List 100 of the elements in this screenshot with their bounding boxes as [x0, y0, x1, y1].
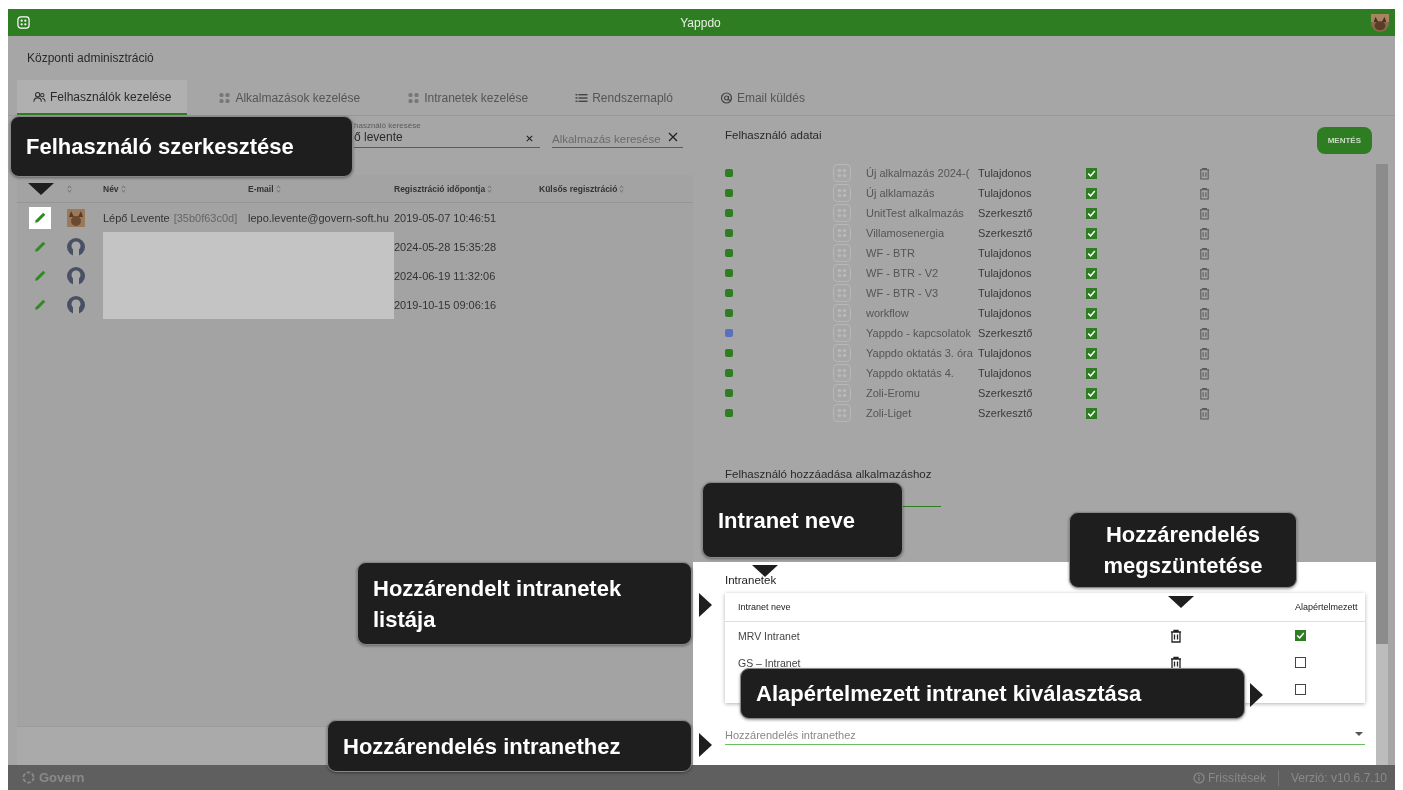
pointer-arrow	[752, 565, 778, 577]
user-id: [35b0f63c0d]	[173, 211, 238, 224]
user-search-field[interactable]: használó keresése ő levente	[354, 121, 540, 148]
app-name: Yappdo - kapcsolatok	[866, 327, 972, 339]
trash-icon[interactable]	[1170, 628, 1182, 643]
checkbox[interactable]	[1295, 684, 1306, 695]
user-name: Lépő Levente	[103, 211, 170, 224]
checkbox[interactable]	[1086, 167, 1097, 179]
app-name: Új alklamazás	[866, 187, 936, 199]
role-label: Tulajdonos	[978, 187, 1033, 199]
role-label: Tulajdonos	[978, 287, 1033, 299]
checkbox[interactable]	[1086, 307, 1097, 319]
checkbox[interactable]	[1086, 387, 1097, 399]
callout: Hozzárendelés megszüntetése	[1069, 512, 1297, 588]
page-title: Központi adminisztráció	[27, 51, 154, 65]
checkbox[interactable]	[1086, 267, 1097, 279]
registration-date: 2024-05-28 15:35:28	[394, 240, 497, 253]
grid-icon	[407, 91, 421, 104]
checkbox[interactable]	[1086, 367, 1097, 379]
app-name: WF - BTR	[866, 247, 916, 259]
pointer-arrow	[699, 593, 712, 617]
app-name: WF - BTR - V2	[866, 267, 940, 279]
callout: Felhasználó szerkesztése	[10, 116, 353, 177]
checkbox[interactable]	[1295, 657, 1306, 668]
registration-date: 2024-06-19 11:32:06	[394, 269, 496, 282]
trash-icon[interactable]	[1170, 655, 1182, 670]
role-label: Szerkesztő	[978, 387, 1034, 399]
save-button[interactable]: MENTÉS	[1316, 127, 1372, 154]
app-search-input[interactable]: Alkalmazás keresése	[552, 133, 662, 145]
pointer-arrow	[1168, 596, 1194, 608]
intranet-select-field[interactable]: Hozzárendelés intranethez	[725, 725, 1365, 745]
tab[interactable]: Alkalmazások kezelése	[202, 80, 377, 115]
clear-icon[interactable]	[525, 134, 534, 143]
column-header[interactable]: Név	[103, 183, 119, 194]
app-name: Zoli-Eromu	[866, 387, 921, 399]
role-label: Tulajdonos	[978, 307, 1033, 319]
apps-grid-icon[interactable]	[17, 16, 30, 29]
app-search-field[interactable]: Alkalmazás keresése	[552, 121, 683, 148]
section-title: Intranetek	[725, 574, 778, 586]
logo-icon	[22, 771, 35, 784]
column-header: Alapértelmezett	[1295, 602, 1358, 612]
user-email: lepo.levente@govern-soft.hu	[248, 211, 389, 224]
caret-icon[interactable]	[1355, 732, 1363, 737]
app-name: Villamosenergia	[866, 227, 946, 239]
checkbox[interactable]	[1086, 227, 1097, 239]
role-label: Tulajdonos	[978, 247, 1033, 259]
intranet-select-input[interactable]: Hozzárendelés intranethez	[725, 728, 1355, 741]
column-header: Intranet neve	[738, 602, 791, 612]
checkbox[interactable]	[1086, 287, 1097, 299]
list-icon	[575, 91, 589, 104]
section-title: Felhasználó adatai	[725, 129, 822, 141]
checkbox[interactable]	[1086, 407, 1097, 419]
checkbox[interactable]	[1086, 247, 1097, 259]
column-header[interactable]: Külsős regisztráció	[539, 183, 618, 194]
callout: Hozzárendelt intranetek listája	[357, 562, 692, 645]
app-name: workflow	[866, 307, 910, 319]
checkbox[interactable]	[1295, 630, 1306, 641]
app-name: WF - BTR - V3	[866, 287, 940, 299]
tab[interactable]: Intranetek kezelése	[391, 80, 545, 115]
role-label: Szerkesztő	[978, 207, 1034, 219]
checkbox[interactable]	[1086, 207, 1097, 219]
role-label: Szerkesztő	[978, 327, 1034, 339]
avatar-icon	[67, 266, 85, 285]
at-sign-icon	[719, 91, 733, 104]
callout: Hozzárendelés intranethez	[327, 720, 692, 772]
pencil-icon	[32, 297, 48, 312]
role-label: Tulajdonos	[978, 167, 1033, 179]
checkbox[interactable]	[1086, 327, 1097, 339]
pointer-arrow	[28, 183, 54, 195]
pencil-icon	[32, 210, 48, 225]
pointer-arrow	[699, 733, 712, 757]
tab[interactable]: Rendszernapló	[559, 80, 689, 115]
app-name: Yappdo oktatás 3. óra	[866, 347, 974, 359]
role-label: Tulajdonos	[978, 267, 1033, 279]
role-label: Szerkesztő	[978, 227, 1034, 239]
registration-date: 2019-10-15 09:06:16	[394, 298, 497, 311]
role-label: Tulajdonos	[978, 367, 1033, 379]
app-name: Új alkalmazás 2024-(	[866, 167, 971, 179]
intranet-name: GS – Intranet	[738, 656, 801, 669]
pencil-icon	[32, 239, 48, 254]
avatar-icon	[67, 237, 85, 256]
pointer-arrow	[1250, 683, 1263, 707]
callout: Alapértelmezett intranet kiválasztása	[740, 668, 1245, 719]
close-icon[interactable]	[668, 132, 678, 142]
column-header[interactable]: E-mail	[248, 183, 274, 194]
checkbox[interactable]	[1086, 187, 1097, 199]
role-label: Szerkesztő	[978, 407, 1034, 419]
avatar-icon	[67, 295, 85, 314]
tab[interactable]: Email küldés	[703, 80, 821, 115]
intranet-name: MRV Intranet	[738, 629, 800, 642]
info-icon	[1192, 771, 1205, 784]
callout: Intranet neve	[702, 482, 903, 558]
section-title: Felhasználó hozzáadása alkalmazáshoz	[725, 468, 933, 480]
edit-button[interactable]	[29, 206, 51, 229]
column-header[interactable]: Regisztráció időpontja	[394, 183, 486, 194]
checkbox[interactable]	[1086, 347, 1097, 359]
registration-date: 2019-05-07 10:46:51	[394, 211, 497, 224]
tab[interactable]: Felhasználók kezelése	[17, 80, 188, 115]
scrollbar[interactable]	[1376, 164, 1388, 644]
grid-icon	[218, 91, 232, 104]
